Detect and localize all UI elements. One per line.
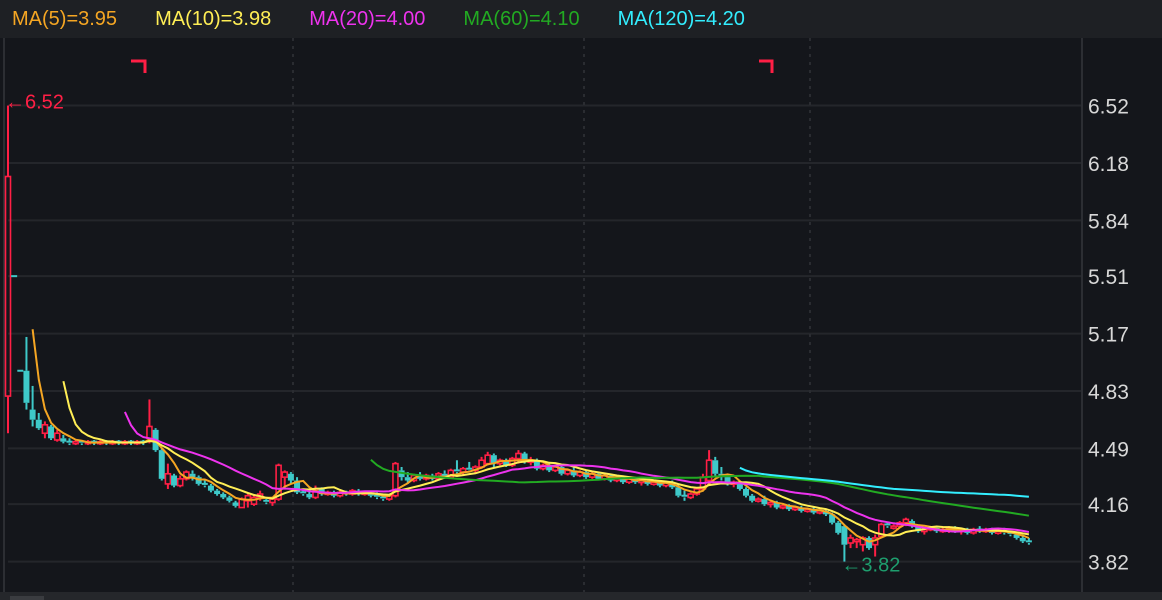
candle-body <box>158 450 165 479</box>
legend-ma20: MA(20)=4.00 <box>309 7 426 30</box>
candle-body <box>761 499 768 505</box>
candle-body <box>214 490 221 495</box>
low-marker-label: ←3.82 <box>841 555 900 577</box>
y-tick-label: 5.84 <box>1088 210 1129 233</box>
legend-ma120: MA(120)=4.20 <box>617 7 745 30</box>
candle-body <box>263 499 270 502</box>
y-tick-label: 5.17 <box>1088 324 1129 347</box>
candle-body <box>884 523 891 526</box>
candle <box>158 448 165 481</box>
y-tick-label: 4.49 <box>1088 438 1129 461</box>
grid <box>0 38 1083 592</box>
candle-body <box>681 494 688 497</box>
y-tick-label: 6.18 <box>1088 153 1129 176</box>
candle-body <box>11 275 18 278</box>
y-tick-label: 5.51 <box>1088 266 1129 289</box>
candle-body <box>207 485 214 491</box>
candle-body <box>287 473 294 481</box>
candle-body <box>201 482 208 485</box>
candle-body <box>404 477 411 481</box>
candlestick-chart[interactable]: ←6.52 ←3.82 6.52 6.18 5.84 5.51 5.17 4.83 4.49… <box>0 0 1162 600</box>
candle-body <box>171 475 178 486</box>
candle-body <box>1019 537 1026 542</box>
candle <box>48 424 55 440</box>
high-marker-label: ←6.52 <box>5 92 64 114</box>
y-tick-label: 6.52 <box>1088 96 1129 119</box>
candle-body <box>835 522 842 533</box>
candle-body <box>743 488 749 496</box>
candle-body <box>300 491 307 494</box>
price-axis: 6.52 6.18 5.84 5.51 5.17 4.83 4.49 4.16 3.82 <box>1088 96 1129 575</box>
legend-ma60: MA(60)=4.10 <box>463 7 580 30</box>
candle-body <box>48 426 55 439</box>
candle-body <box>306 494 313 498</box>
legend-ma10: MA(10)=3.98 <box>155 7 272 30</box>
candle-body <box>466 467 473 470</box>
candle-body <box>453 469 460 472</box>
candle <box>17 369 24 372</box>
y-tick-label: 3.82 <box>1088 552 1129 575</box>
candle-body <box>1025 540 1032 543</box>
candle-body <box>60 438 67 442</box>
bottom-bar <box>0 592 1162 600</box>
ma-legend: MA(5)=3.95 MA(10)=3.98 MA(20)=4.00 MA(60… <box>0 0 1162 38</box>
candle <box>866 536 872 550</box>
candle-body <box>841 526 848 545</box>
candle-body <box>35 419 42 429</box>
candle-body <box>232 502 239 506</box>
candle-body <box>220 494 227 498</box>
y-tick-label: 4.83 <box>1088 381 1129 404</box>
candle-body <box>712 460 719 474</box>
candle <box>171 473 178 488</box>
candle <box>835 521 842 535</box>
candle-body <box>17 369 24 372</box>
candle-body <box>866 537 872 549</box>
candle <box>11 275 18 278</box>
plot-background <box>0 38 1082 592</box>
candle-body <box>23 370 30 403</box>
legend-ma5: MA(5)=3.95 <box>12 7 118 30</box>
candle-body <box>749 495 756 501</box>
y-tick-label: 4.16 <box>1088 494 1129 517</box>
candle-body <box>226 497 233 501</box>
candle-body <box>29 409 36 420</box>
scroll-handle[interactable] <box>10 596 44 600</box>
candle-body <box>66 440 73 443</box>
